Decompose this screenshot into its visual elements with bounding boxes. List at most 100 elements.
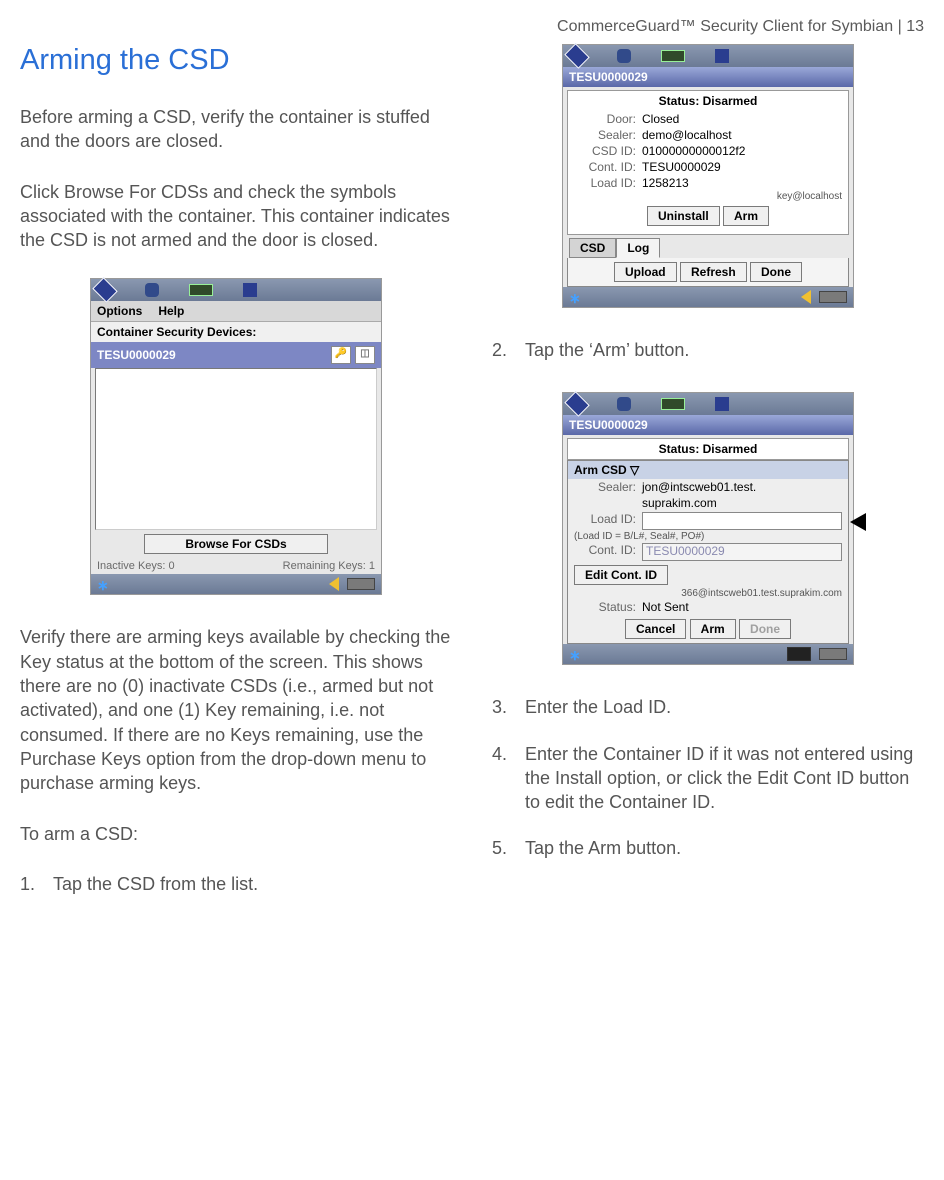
right-column: TESU0000029 Status: Disarmed Door: Closed… (492, 44, 924, 918)
step-3: 3. Enter the Load ID. (492, 695, 924, 719)
to-arm-label: To arm a CSD: (20, 822, 452, 846)
step-5-number: 5. (492, 836, 507, 860)
step-4-number: 4. (492, 742, 507, 815)
bluetooth-icon: ∗ (569, 647, 581, 661)
speaker-icon (329, 577, 339, 591)
loadid-key: Load ID: (574, 512, 636, 530)
step-2-number: 2. (492, 338, 507, 362)
arm-csd-panel: Arm CSD ▽ Sealer: jon@intscweb01.test. su… (567, 460, 849, 644)
arm-csd-panel-title: Arm CSD ▽ (568, 461, 848, 479)
apps-icon (715, 397, 729, 411)
phone-icon (617, 49, 631, 63)
key-account-label: key@localhost (568, 191, 848, 202)
key-icon: 🔑 (331, 346, 351, 364)
phone-icon (145, 283, 159, 297)
server-email-label: 366@intscweb01.test.suprakim.com (568, 588, 848, 599)
sealer-key: Sealer: (574, 128, 636, 142)
cancel-button[interactable]: Cancel (625, 619, 686, 639)
home-icon (564, 392, 589, 417)
step-3-number: 3. (492, 695, 507, 719)
edit-cont-id-button[interactable]: Edit Cont. ID (574, 565, 668, 585)
device-bottom-bar: ∗ (91, 574, 381, 594)
device-bottom-bar: ∗ (563, 644, 853, 664)
loadid-key: Load ID: (574, 176, 636, 190)
arm-button[interactable]: Arm (690, 619, 736, 639)
device-arm-csd-dialog: TESU0000029 Status: Disarmed Arm CSD ▽ S… (562, 392, 854, 665)
sealer-key: Sealer: (574, 480, 636, 494)
send-status-value: Not Sent (642, 600, 842, 614)
intro-para-1: Before arming a CSD, verify the containe… (20, 105, 452, 154)
status-label: Status: Disarmed (567, 438, 849, 460)
uninstall-button[interactable]: Uninstall (647, 206, 720, 226)
done-button[interactable]: Done (739, 619, 791, 639)
task-icon (347, 578, 375, 590)
menu-options[interactable]: Options (97, 304, 142, 318)
browse-for-csds-button[interactable]: Browse For CSDs (144, 534, 327, 554)
step-5: 5. Tap the Arm button. (492, 836, 924, 860)
csdid-value: 01000000000012f2 (642, 144, 842, 158)
device-status-bar (563, 45, 853, 67)
door-value: Closed (642, 112, 842, 126)
csdid-key: CSD ID: (574, 144, 636, 158)
step-3-text: Enter the Load ID. (525, 695, 924, 719)
intro-para-2: Click Browse For CDSs and check the symb… (20, 180, 452, 253)
device-menubar: Options Help (91, 301, 381, 322)
battery-icon (189, 284, 213, 296)
key-status-para: Verify there are arming keys available b… (20, 625, 452, 795)
left-column: Arming the CSD Before arming a CSD, veri… (20, 44, 452, 918)
contid-key: Cont. ID: (574, 543, 636, 561)
csd-list-title: Container Security Devices: (91, 322, 381, 342)
device-csd-status: TESU0000029 Status: Disarmed Door: Closed… (562, 44, 854, 308)
sealer-value: demo@localhost (642, 128, 842, 142)
door-icon: ◫ (355, 346, 375, 364)
tab-log[interactable]: Log (616, 238, 660, 258)
csd-title: TESU0000029 (563, 415, 853, 435)
phone-icon (617, 397, 631, 411)
contid-key: Cont. ID: (574, 160, 636, 174)
battery-icon (661, 50, 685, 62)
speaker-icon (801, 290, 811, 304)
csd-list-item[interactable]: TESU0000029 🔑 ◫ (91, 342, 381, 368)
step-1-text: Tap the CSD from the list. (53, 872, 452, 896)
done-button[interactable]: Done (750, 262, 802, 282)
step-2-text: Tap the ‘Arm’ button. (525, 338, 924, 362)
step-4-text: Enter the Container ID if it was not ent… (525, 742, 924, 815)
loadid-hint: (Load ID = B/L#, Seal#, PO#) (568, 531, 848, 542)
loadid-input[interactable] (642, 512, 842, 530)
bluetooth-icon: ∗ (569, 290, 581, 304)
sealer-value-line1: jon@intscweb01.test. (642, 480, 842, 494)
upload-button[interactable]: Upload (614, 262, 677, 282)
keyboard-icon (787, 647, 811, 661)
home-icon (564, 43, 589, 68)
device-browse-csds: Options Help Container Security Devices:… (90, 278, 382, 595)
sealer-value-line2: suprakim.com (642, 496, 842, 510)
send-status-key: Status: (574, 600, 636, 614)
step-1-number: 1. (20, 872, 35, 896)
door-key: Door: (574, 112, 636, 126)
section-title: Arming the CSD (20, 44, 452, 77)
menu-help[interactable]: Help (158, 304, 184, 318)
step-2: 2. Tap the ‘Arm’ button. (492, 338, 924, 362)
device-status-bar (563, 393, 853, 415)
step-4: 4. Enter the Container ID if it was not … (492, 742, 924, 815)
step-1: 1. Tap the CSD from the list. (20, 872, 452, 896)
home-icon (92, 278, 117, 303)
device-status-bar (91, 279, 381, 301)
remaining-keys-label: Remaining Keys: 1 (283, 560, 375, 572)
tab-csd[interactable]: CSD (569, 238, 616, 258)
battery-icon (661, 398, 685, 410)
refresh-button[interactable]: Refresh (680, 262, 747, 282)
apps-icon (243, 283, 257, 297)
device-bottom-bar: ∗ (563, 287, 853, 307)
page-header: CommerceGuard™ Security Client for Symbi… (20, 18, 924, 36)
arm-button[interactable]: Arm (723, 206, 769, 226)
task-icon (819, 291, 847, 303)
status-label: Status: Disarmed (568, 91, 848, 111)
contid-input[interactable]: TESU0000029 (642, 543, 842, 561)
loadid-value: 1258213 (642, 176, 842, 190)
csd-list-empty-area (95, 368, 377, 530)
inactive-keys-label: Inactive Keys: 0 (97, 560, 175, 572)
csd-title: TESU0000029 (563, 67, 853, 87)
csd-id-label: TESU0000029 (97, 348, 176, 362)
step-5-text: Tap the Arm button. (525, 836, 924, 860)
